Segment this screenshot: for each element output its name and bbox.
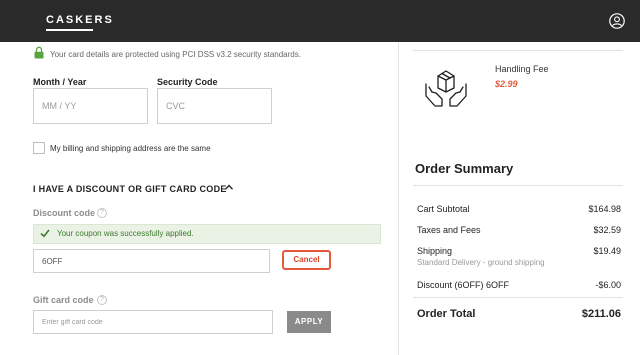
order-total-value: $211.06 [581, 308, 621, 320]
billing-same-checkbox[interactable] [33, 142, 45, 154]
help-icon[interactable]: ? [97, 295, 107, 305]
summary-row-label: Cart Subtotal [417, 204, 470, 214]
help-icon[interactable]: ? [97, 208, 107, 218]
divider [413, 50, 623, 51]
caskers-logo[interactable]: CASKERS [46, 14, 114, 26]
lock-icon [34, 46, 44, 59]
divider [413, 297, 623, 298]
handling-fee-price: $2.99 [495, 79, 518, 89]
gift-card-input[interactable] [33, 310, 273, 334]
gift-card-label: Gift card code [33, 295, 94, 305]
summary-row-value: $19.49 [593, 246, 621, 256]
summary-row-value: $32.59 [593, 225, 621, 235]
security-notice: Your card details are protected using PC… [50, 50, 301, 59]
cancel-discount-button[interactable]: Cancel [282, 250, 331, 270]
summary-row-value: -$6.00 [595, 280, 621, 290]
success-message: Your coupon was successfully applied. [57, 229, 194, 238]
box-in-hands-icon [425, 70, 467, 107]
order-summary-title: Order Summary [415, 161, 514, 176]
user-circle-icon[interactable] [609, 13, 625, 29]
month-year-input[interactable] [33, 88, 148, 124]
discount-code-input[interactable] [33, 249, 270, 273]
shipping-method: Standard Delivery - ground shipping [417, 258, 545, 267]
column-divider [398, 42, 399, 355]
month-year-label: Month / Year [33, 77, 87, 87]
divider [413, 185, 623, 186]
top-nav-bar: CASKERS [0, 0, 640, 42]
summary-row-value: $164.98 [588, 204, 621, 214]
order-total-label: Order Total [417, 308, 476, 320]
discount-section-toggle[interactable]: I HAVE A DISCOUNT OR GIFT CARD CODE [33, 184, 227, 194]
summary-row-label: Discount (6OFF) 6OFF [417, 280, 510, 290]
security-code-label: Security Code [157, 77, 218, 87]
handling-fee-title: Handling Fee [495, 64, 549, 74]
summary-row-label: Taxes and Fees [417, 225, 481, 235]
apply-gift-card-button[interactable]: APPLY [287, 311, 331, 333]
billing-same-label: My billing and shipping address are the … [50, 144, 211, 153]
checkmark-icon [40, 229, 50, 238]
summary-row-label: Shipping [417, 246, 453, 256]
security-code-input[interactable] [157, 88, 272, 124]
chevron-up-icon[interactable] [224, 183, 234, 191]
discount-code-label: Discount code [33, 208, 96, 218]
logo-underline [46, 29, 93, 31]
